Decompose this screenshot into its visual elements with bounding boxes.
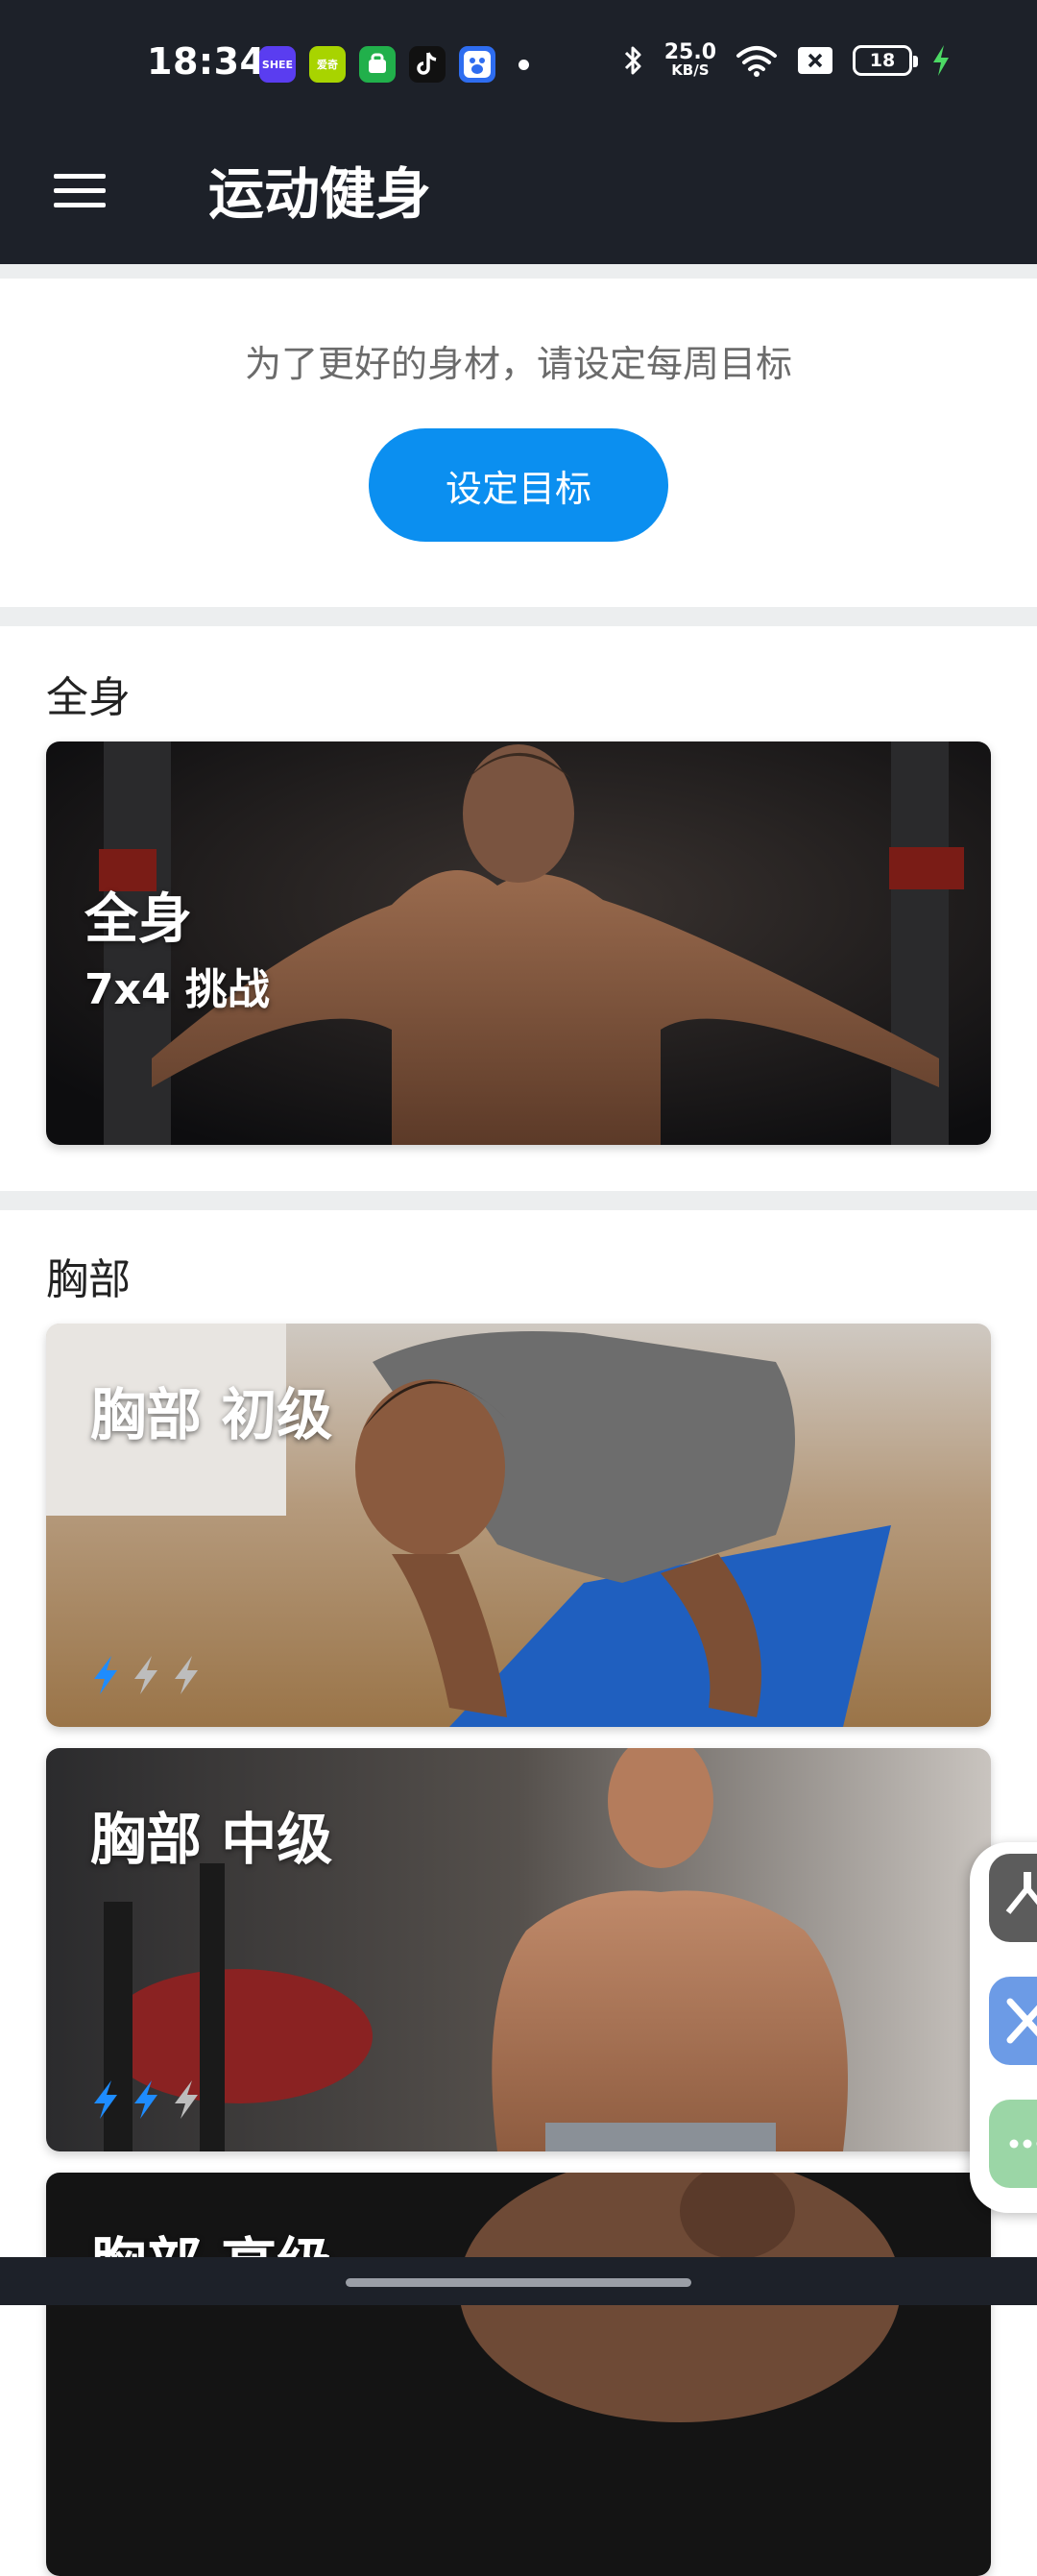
lightning-icon	[169, 1654, 204, 1696]
bluetooth-icon	[622, 43, 645, 78]
card-title: 全身	[84, 876, 192, 954]
difficulty-rating	[88, 2078, 204, 2121]
difficulty-rating	[88, 1654, 204, 1696]
divider	[0, 1191, 1037, 1210]
tools-icon[interactable]	[989, 1977, 1037, 2065]
chest-intermediate-card[interactable]: 胸部 中级	[46, 1748, 991, 2151]
wifi-icon	[736, 44, 778, 77]
page-title: 运动健身	[208, 149, 431, 230]
card-title: 胸部 初级	[90, 1370, 332, 1450]
system-nav-bar	[0, 2257, 1037, 2305]
tiktok-app-icon	[409, 46, 446, 83]
charging-icon	[931, 45, 951, 76]
baidu-app-icon	[459, 46, 495, 83]
lightning-icon	[169, 2078, 204, 2121]
section-title-full-body: 全身	[46, 663, 131, 724]
green-app-icon	[359, 46, 396, 83]
network-speed-value: 25.0	[664, 42, 716, 63]
goal-hint-text: 为了更好的身材，请设定每周目标	[0, 334, 1037, 387]
floating-sidebar	[970, 1842, 1037, 2213]
card-title: 胸部 中级	[90, 1794, 332, 1875]
divider	[0, 264, 1037, 279]
gesture-tool-icon[interactable]	[989, 1854, 1037, 1942]
top-bar: 18:34 SHEE 爱奇 25.0 KB/S 18	[0, 0, 1037, 264]
shee-app-icon: SHEE	[259, 46, 296, 83]
set-goal-button[interactable]: 设定目标	[369, 428, 668, 542]
status-time: 18:34	[147, 40, 265, 83]
home-gesture-handle[interactable]	[346, 2278, 691, 2287]
status-indicators: 25.0 KB/S 18	[622, 42, 951, 78]
status-bar: 18:34 SHEE 爱奇 25.0 KB/S 18	[0, 0, 1037, 130]
weekly-goal-card: 为了更好的身材，请设定每周目标 设定目标	[0, 279, 1037, 607]
divider	[0, 607, 1037, 626]
card-subtitle: 7x4 挑战	[84, 955, 270, 1016]
network-speed-unit: KB/S	[671, 63, 709, 78]
lightning-icon	[129, 1654, 163, 1696]
section-title-chest: 胸部	[46, 1245, 131, 1306]
more-options-icon[interactable]	[989, 2100, 1037, 2188]
full-body-challenge-card[interactable]: 全身 7x4 挑战	[46, 741, 991, 1145]
no-sim-icon	[797, 46, 833, 75]
menu-icon[interactable]	[50, 160, 109, 220]
network-speed: 25.0 KB/S	[664, 42, 716, 78]
chest-advanced-card[interactable]: 胸部 高级	[46, 2173, 991, 2576]
lightning-icon	[88, 2078, 123, 2121]
lightning-icon	[129, 2078, 163, 2121]
app-bar: 运动健身	[0, 130, 1037, 264]
more-notifications-dot	[518, 60, 529, 70]
chest-beginner-card[interactable]: 胸部 初级	[46, 1324, 991, 1727]
battery-indicator: 18	[853, 45, 912, 76]
lightning-icon	[88, 1654, 123, 1696]
iqiyi-app-icon: 爱奇	[309, 46, 346, 83]
notification-icons: SHEE 爱奇	[259, 46, 529, 83]
